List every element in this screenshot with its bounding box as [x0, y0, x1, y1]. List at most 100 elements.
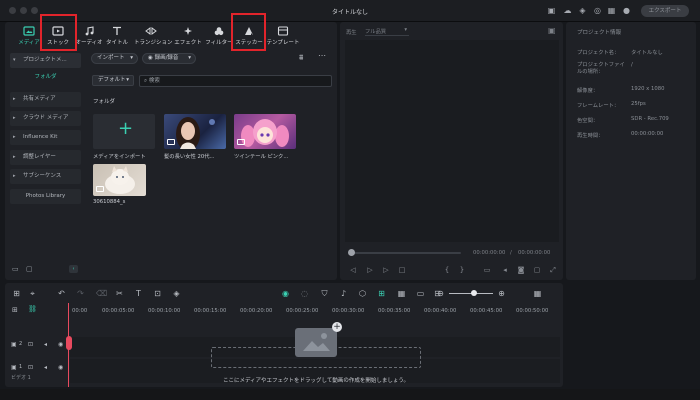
split-view-icon[interactable]: ⊞	[12, 289, 21, 298]
fullscreen-icon[interactable]: ⤢	[549, 266, 557, 274]
tab-transition[interactable]: トランジション	[134, 24, 173, 50]
effect-icon	[184, 27, 192, 35]
camera-icon[interactable]: ◙	[517, 266, 525, 274]
mark-in-icon[interactable]: {	[443, 266, 451, 274]
gift-icon[interactable]: ◈	[578, 6, 587, 15]
quality-dropdown[interactable]: フル品質 ▾	[365, 27, 409, 36]
prev-frame-icon[interactable]: ◁	[349, 266, 357, 274]
keyframe-icon[interactable]: ⬡	[358, 289, 367, 298]
shield-icon[interactable]: ⛉	[320, 289, 329, 298]
chevron-right-icon: ▸	[13, 154, 16, 160]
text-icon[interactable]: T	[134, 289, 143, 298]
track-name: ビデオ 1	[11, 375, 31, 381]
new-folder-icon[interactable]: ▭	[12, 265, 19, 273]
zoom-in-icon[interactable]: ⊕	[497, 289, 506, 298]
folder-icon[interactable]: ▢	[26, 265, 33, 273]
mute-icon[interactable]: ◂	[44, 341, 47, 348]
zoom-out-icon[interactable]: ⊖	[436, 289, 445, 298]
music-note-icon	[85, 26, 94, 36]
media-thumb-kitten[interactable]	[93, 164, 146, 196]
redo-icon[interactable]: ↷	[76, 289, 85, 298]
sidebar-item-subsequence[interactable]: ▸ サブシーケンス	[10, 169, 81, 184]
progress-track[interactable]	[351, 252, 461, 254]
layout-icon[interactable]: ▣	[547, 6, 556, 15]
sidebar-item-project-media[interactable]: ▾ プロジェクトメ...	[10, 53, 81, 68]
next-frame-icon[interactable]: ▷	[382, 266, 390, 274]
grid-icon[interactable]: ▦	[607, 6, 616, 15]
media-thumb-twintail[interactable]	[234, 114, 296, 149]
info-value-framerate: 25fps	[631, 101, 646, 107]
search-input[interactable]: ⌕ 検索	[139, 75, 332, 87]
import-media-tile[interactable]: +	[93, 114, 155, 149]
eye-icon[interactable]: ◉	[58, 341, 63, 348]
sidebar-item-shared-media[interactable]: ▸ 共有メディア	[10, 92, 81, 107]
delete-icon[interactable]: ⌫	[96, 289, 107, 298]
media-thumb-woman[interactable]	[164, 114, 226, 149]
cut-icon[interactable]: ✂	[115, 289, 124, 298]
select-tool-icon[interactable]: ⌖	[28, 289, 37, 298]
sticker-highlight-box	[231, 13, 266, 51]
mute-icon[interactable]: ◂	[44, 364, 47, 371]
filter-icon	[214, 27, 224, 36]
tab-template[interactable]: テンプレート	[266, 24, 300, 50]
record-dropdown[interactable]: ◉ 録画/録音 ▾	[142, 53, 196, 64]
tick-label: 00:00:30:00	[332, 308, 365, 314]
tab-title[interactable]: タイトル	[100, 24, 134, 50]
mic-icon[interactable]: ♪	[339, 289, 348, 298]
color-icon[interactable]: ◈	[172, 289, 181, 298]
info-key-colorspace: 色空間：	[577, 118, 599, 124]
info-key-resolution: 解像度：	[577, 88, 599, 94]
sort-dropdown[interactable]: デフォルト ▾	[92, 75, 134, 86]
image-badge-icon	[96, 186, 104, 192]
drop-add-icon[interactable]: +	[332, 322, 342, 332]
render-icon[interactable]: ▦	[397, 289, 406, 298]
lock-icon[interactable]: ⊡	[28, 364, 33, 371]
playhead-marker[interactable]	[66, 336, 72, 350]
sidebar-item-photos-library[interactable]: Photos Library	[10, 189, 81, 204]
display-icon[interactable]: ▭	[483, 266, 491, 274]
volume-icon[interactable]: ◂	[501, 266, 509, 274]
add-track-icon[interactable]: ⊞	[12, 306, 18, 314]
transition-icon	[145, 27, 157, 35]
subtitle-icon[interactable]: ▭	[416, 289, 425, 298]
lock-icon[interactable]: ⊡	[28, 341, 33, 348]
drop-hint: ここにメディアやエフェクトをドラッグして動画の作成を開始しましょう。	[222, 378, 410, 384]
speed-icon[interactable]: ◌	[300, 289, 309, 298]
avatar-icon[interactable]: ●	[622, 6, 631, 15]
info-value-duration: 00:00:00:00	[631, 131, 664, 137]
filter-sort-icon[interactable]: ⩩	[299, 53, 303, 63]
stop-icon[interactable]: □	[398, 266, 406, 274]
zoom-slider-knob[interactable]	[471, 290, 477, 296]
export-button[interactable]: エクスポート	[641, 5, 689, 17]
chevron-down-icon: ▾	[130, 55, 133, 61]
sidebar-item-influence-kit[interactable]: ▸ Influence Kit	[10, 130, 81, 145]
progress-knob[interactable]	[348, 249, 355, 256]
play-icon[interactable]: ▷	[366, 266, 374, 274]
chevron-down-icon: ▾	[404, 27, 407, 33]
plus-icon: +	[118, 118, 134, 139]
chevron-down-icon: ▾	[188, 55, 191, 61]
tab-effect[interactable]: エフェクト	[171, 24, 205, 50]
cloud-upload-icon[interactable]: ☁	[563, 6, 572, 15]
eye-icon[interactable]: ◉	[58, 364, 63, 371]
mark-out-icon[interactable]: }	[458, 266, 466, 274]
link-icon[interactable]: ⛓	[28, 305, 37, 313]
sidebar-item-cloud-media[interactable]: ▸ クラウド メディア	[10, 111, 81, 126]
collapse-sidebar-button[interactable]: ‹	[69, 265, 78, 273]
sidebar-item-adjustment-layer[interactable]: ▸ 調整レイヤー	[10, 150, 81, 165]
video-track-icon: ▣	[11, 364, 17, 371]
snapshot-icon[interactable]: ▣	[548, 26, 556, 35]
safe-zone-icon[interactable]: ▢	[533, 266, 541, 274]
more-icon[interactable]: ⋯	[318, 51, 326, 60]
import-dropdown[interactable]: インポート ▾	[91, 53, 138, 64]
info-key-name: プロジェクト名：	[577, 50, 620, 56]
headset-icon[interactable]: ◎	[593, 6, 602, 15]
tick-label: 00:00:40:00	[424, 308, 457, 314]
snap-toggle-icon[interactable]: ◉	[281, 289, 290, 298]
undo-icon[interactable]: ↶	[57, 289, 66, 298]
sidebar-item-folder[interactable]: フォルダ	[10, 71, 81, 84]
magnet-icon[interactable]: ⊞	[377, 289, 386, 298]
crop-icon[interactable]: ⊡	[153, 289, 162, 298]
tick-label: 00:00:05:00	[102, 308, 135, 314]
timeline-layout-icon[interactable]: ▦	[533, 289, 542, 298]
